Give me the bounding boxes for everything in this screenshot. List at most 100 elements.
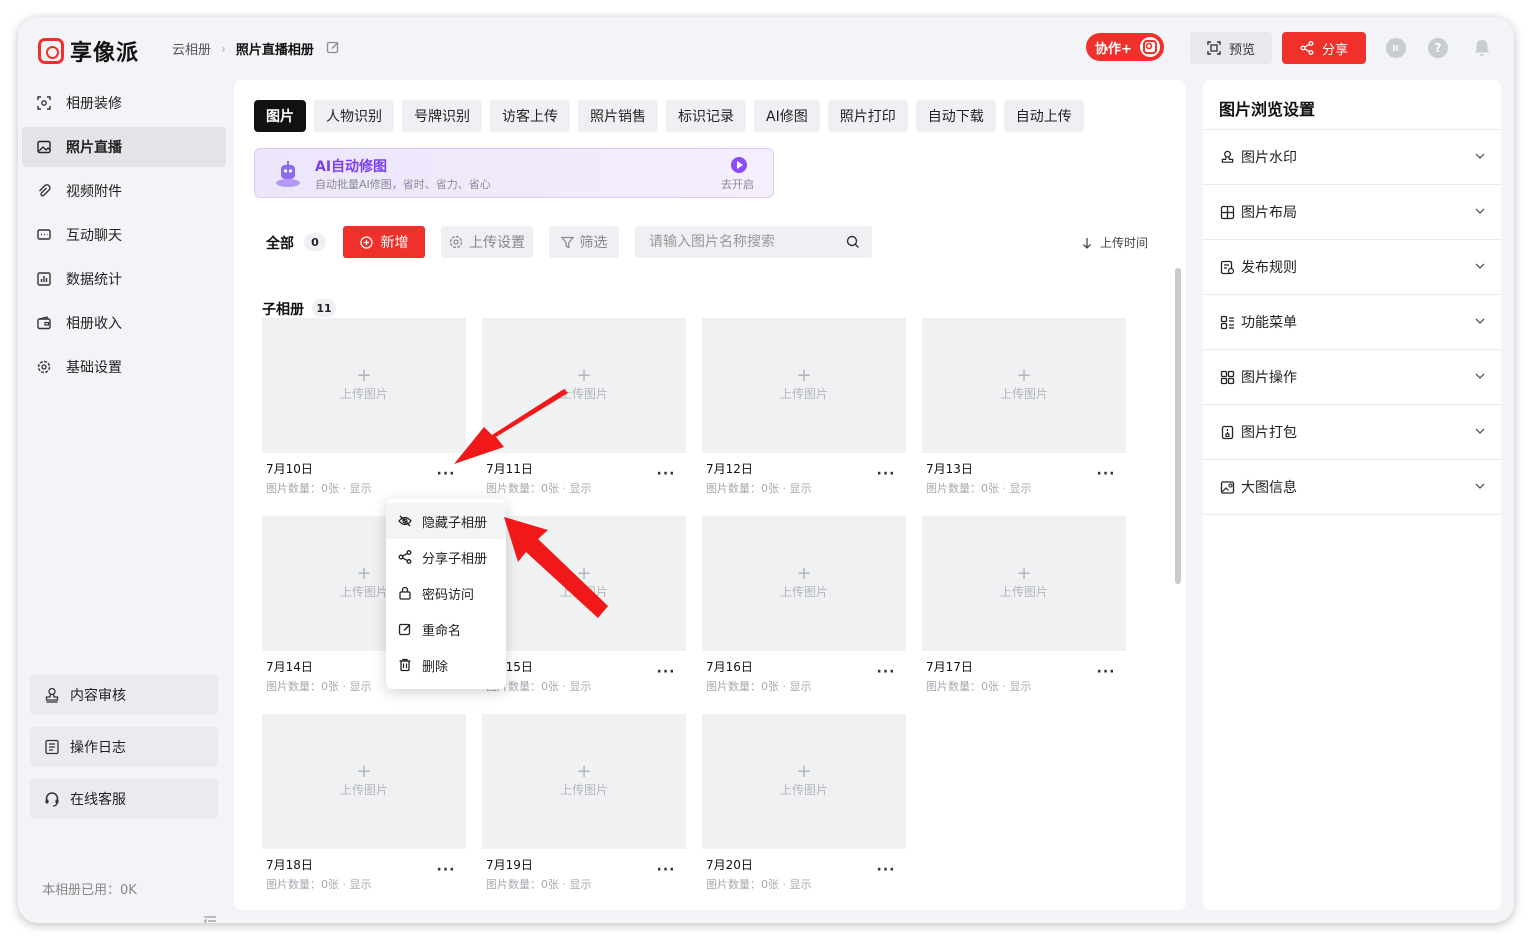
menu-item-delete[interactable]: 删除 bbox=[386, 647, 506, 683]
share-button[interactable]: 分享 bbox=[1282, 32, 1366, 64]
preview-button[interactable]: 预览 bbox=[1190, 32, 1272, 64]
all-filter-label[interactable]: 全部 bbox=[266, 233, 294, 253]
sort-by-upload-time[interactable]: 上传时间 bbox=[1082, 234, 1148, 251]
upload-photo-placeholder[interactable]: + 上传图片 bbox=[262, 318, 466, 453]
settings-item-watermark[interactable]: 图片水印 bbox=[1203, 130, 1501, 185]
upload-photo-placeholder[interactable]: + 上传图片 bbox=[702, 516, 906, 651]
tab-auto-download[interactable]: 自动下载 bbox=[915, 100, 996, 132]
tab-face-recognition[interactable]: 人物识别 bbox=[314, 100, 394, 132]
sub-album-card[interactable]: + 上传图片 7月19日 图片数量：0张 · 显示 ··· bbox=[482, 714, 686, 904]
tab-ai-retouch[interactable]: AI修图 bbox=[754, 100, 820, 132]
operation-log-button[interactable]: 操作日志 bbox=[30, 727, 218, 767]
more-options-icon[interactable]: ··· bbox=[434, 466, 458, 484]
play-icon[interactable] bbox=[731, 157, 747, 173]
upload-photo-placeholder[interactable]: + 上传图片 bbox=[702, 714, 906, 849]
settings-item-photo-package[interactable]: 图片打包 bbox=[1203, 405, 1501, 460]
settings-item-publish-rules[interactable]: 发布规则 bbox=[1203, 240, 1501, 295]
sub-album-meta: 图片数量：0张 · 显示 bbox=[486, 878, 592, 891]
filter-button[interactable]: 筛选 bbox=[549, 226, 619, 258]
settings-item-label: 大图信息 bbox=[1241, 480, 1297, 496]
collab-button[interactable]: 协作+ bbox=[1086, 33, 1164, 61]
upload-photo-placeholder[interactable]: + 上传图片 bbox=[702, 318, 906, 453]
logo-mark-icon bbox=[38, 38, 64, 64]
more-options-icon[interactable]: ··· bbox=[434, 862, 458, 880]
collapse-sidebar-icon[interactable] bbox=[203, 915, 216, 923]
plus-icon: + bbox=[356, 761, 372, 782]
search-input[interactable] bbox=[635, 226, 872, 258]
ai-banner-enable[interactable]: 去开启 bbox=[721, 176, 754, 192]
more-options-icon[interactable]: ··· bbox=[654, 664, 678, 682]
more-options-icon[interactable]: ··· bbox=[654, 862, 678, 880]
bell-icon[interactable] bbox=[1472, 38, 1492, 58]
upload-photo-placeholder[interactable]: + 上传图片 bbox=[482, 714, 686, 849]
ai-retouch-banner[interactable]: AI自动修图 自动批量AI修图，省时、省力、省心 去开启 bbox=[254, 148, 774, 198]
upload-settings-button[interactable]: 上传设置 bbox=[441, 226, 533, 258]
tab-tag-records[interactable]: 标识记录 bbox=[666, 100, 746, 132]
chevron-down-icon bbox=[1475, 318, 1485, 324]
logo[interactable]: 享像派 bbox=[38, 35, 139, 67]
sub-album-card[interactable]: + 上传图片 7月20日 图片数量：0张 · 显示 ··· bbox=[702, 714, 906, 904]
search-icon[interactable] bbox=[846, 235, 860, 249]
upload-photo-placeholder[interactable]: + 上传图片 bbox=[262, 714, 466, 849]
online-support-button[interactable]: 在线客服 bbox=[30, 779, 218, 819]
upload-photo-placeholder[interactable]: + 上传图片 bbox=[482, 516, 686, 651]
sidebar-item-basic-settings[interactable]: 基础设置 bbox=[22, 347, 226, 387]
edit-title-icon[interactable] bbox=[326, 40, 340, 58]
help-icon[interactable]: ? bbox=[1428, 38, 1448, 58]
settings-item-photo-operation[interactable]: 图片操作 bbox=[1203, 350, 1501, 405]
add-new-button[interactable]: 新增 bbox=[343, 226, 425, 258]
breadcrumb-cloud-album[interactable]: 云相册 bbox=[172, 39, 211, 58]
settings-item-layout[interactable]: 图片布局 bbox=[1203, 185, 1501, 240]
vertical-scrollbar[interactable] bbox=[1175, 268, 1181, 584]
sidebar-item-album-income[interactable]: 相册收入 bbox=[22, 303, 226, 343]
tab-visitor-upload[interactable]: 访客上传 bbox=[490, 100, 570, 132]
menu-item-rename[interactable]: 重命名 bbox=[386, 611, 506, 647]
sub-album-card[interactable]: + 上传图片 7月13日 图片数量：0张 · 显示 ··· bbox=[922, 318, 1126, 508]
sub-album-card[interactable]: + 上传图片 7月15日 图片数量：0张 · 显示 ··· bbox=[482, 516, 686, 706]
chevron-down-icon bbox=[1475, 153, 1485, 159]
sub-album-card[interactable]: + 上传图片 7月17日 图片数量：0张 · 显示 ··· bbox=[922, 516, 1126, 706]
user-avatar-icon[interactable] bbox=[1386, 38, 1406, 58]
plus-icon: + bbox=[796, 761, 812, 782]
tab-photos[interactable]: 图片 bbox=[254, 100, 306, 132]
settings-item-large-image-info[interactable]: 大图信息 bbox=[1203, 460, 1501, 515]
tab-photo-sales[interactable]: 照片销售 bbox=[578, 100, 658, 132]
menu-item-hide-sub-album[interactable]: 隐藏子相册 bbox=[386, 503, 506, 539]
more-options-icon[interactable]: ··· bbox=[874, 862, 898, 880]
upload-photo-placeholder[interactable]: + 上传图片 bbox=[482, 318, 686, 453]
menu-item-password-access[interactable]: 密码访问 bbox=[386, 575, 506, 611]
upload-photo-placeholder[interactable]: + 上传图片 bbox=[922, 516, 1126, 651]
add-new-label: 新增 bbox=[380, 235, 409, 251]
sub-album-card[interactable]: + 上传图片 7月16日 图片数量：0张 · 显示 ··· bbox=[702, 516, 906, 706]
sub-album-name: 7月14日 bbox=[266, 660, 313, 674]
more-options-icon[interactable]: ··· bbox=[1094, 664, 1118, 682]
tab-photo-print[interactable]: 照片打印 bbox=[827, 100, 908, 132]
menu-item-share-sub-album[interactable]: 分享子相册 bbox=[386, 539, 506, 575]
tab-bib-recognition[interactable]: 号牌识别 bbox=[402, 100, 482, 132]
sidebar-item-video-attachment[interactable]: 视频附件 bbox=[22, 171, 226, 211]
sub-album-name: 7月18日 bbox=[266, 858, 313, 872]
sub-album-card[interactable]: + 上传图片 7月12日 图片数量：0张 · 显示 ··· bbox=[702, 318, 906, 508]
tab-auto-upload[interactable]: 自动上传 bbox=[1003, 100, 1084, 132]
sidebar-item-data-stats[interactable]: 数据统计 bbox=[22, 259, 226, 299]
app-window: 享像派 云相册 › 照片直播相册 协作+ 预览 分享 ? 相册装修 照片直播 视… bbox=[18, 17, 1514, 923]
sub-album-card[interactable]: + 上传图片 7月11日 图片数量：0张 · 显示 ··· bbox=[482, 318, 686, 508]
logo-text: 享像派 bbox=[70, 41, 140, 66]
sub-album-card[interactable]: + 上传图片 7月10日 图片数量：0张 · 显示 ··· bbox=[262, 318, 466, 508]
settings-item-function-menu[interactable]: 功能菜单 bbox=[1203, 295, 1501, 350]
content-review-button[interactable]: 内容审核 bbox=[30, 675, 218, 715]
more-options-icon[interactable]: ··· bbox=[1094, 466, 1118, 484]
sidebar-item-album-decoration[interactable]: 相册装修 bbox=[22, 83, 226, 123]
sub-album-meta: 图片数量：0张 · 显示 bbox=[266, 482, 372, 495]
sidebar-item-photo-live[interactable]: 照片直播 bbox=[22, 127, 226, 167]
more-options-icon[interactable]: ··· bbox=[874, 466, 898, 484]
sub-album-card[interactable]: + 上传图片 7月18日 图片数量：0张 · 显示 ··· bbox=[262, 714, 466, 904]
preview-label: 预览 bbox=[1228, 42, 1255, 58]
more-options-icon[interactable]: ··· bbox=[654, 466, 678, 484]
menu-item-label: 重命名 bbox=[422, 623, 462, 639]
upload-photo-placeholder[interactable]: + 上传图片 bbox=[922, 318, 1126, 453]
breadcrumb-current: 照片直播相册 bbox=[235, 43, 314, 58]
settings-item-label: 图片打包 bbox=[1241, 425, 1297, 441]
sidebar-item-interactive-chat[interactable]: 互动聊天 bbox=[22, 215, 226, 255]
more-options-icon[interactable]: ··· bbox=[874, 664, 898, 682]
